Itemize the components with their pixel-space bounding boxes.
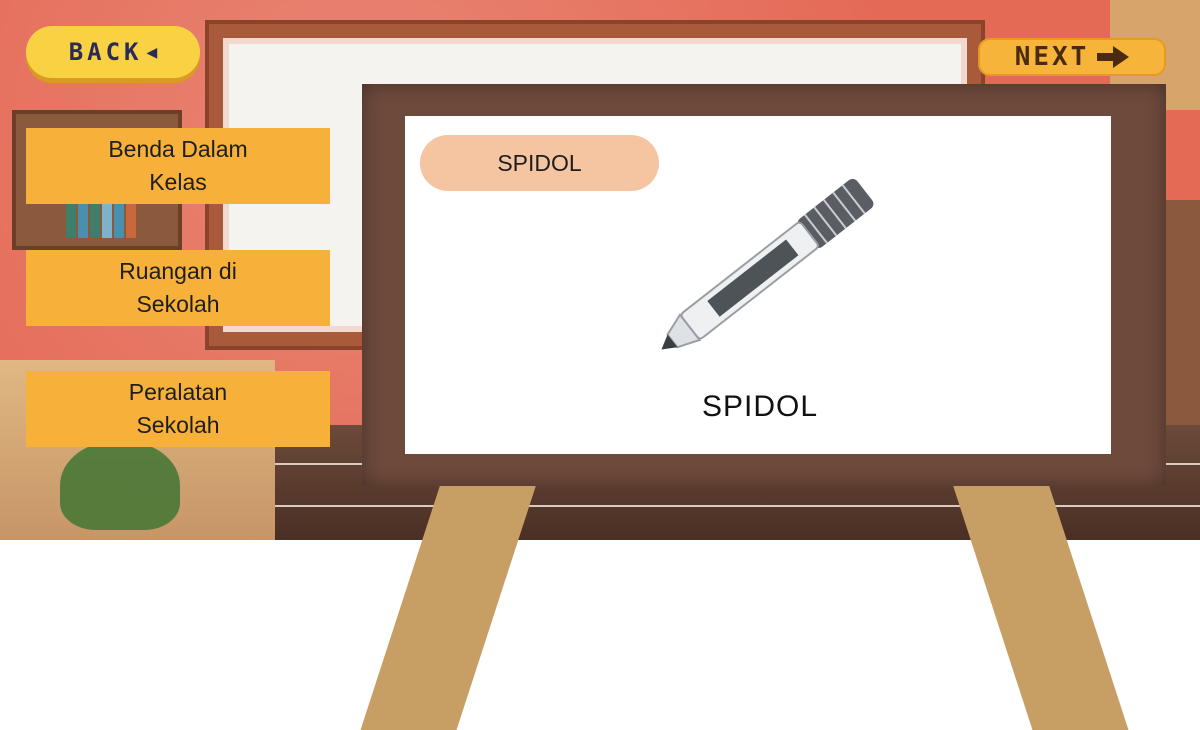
marker-pen-icon — [661, 178, 874, 350]
item-caption: SPIDOL — [701, 390, 819, 423]
item-name-tag: SPIDOL — [420, 135, 659, 191]
book — [90, 204, 100, 238]
menu-item-ruangan-di-sekolah[interactable]: Ruangan di Sekolah — [26, 250, 330, 326]
plant-decor — [60, 440, 180, 530]
back-button[interactable]: BACK ◀ — [26, 26, 200, 78]
menu-item-benda-dalam-kelas[interactable]: Benda Dalam Kelas — [26, 128, 330, 204]
book — [114, 202, 124, 238]
back-arrow-icon: ◀ — [146, 43, 158, 60]
menu-item-peralatan-sekolah[interactable]: Peralatan Sekolah — [26, 371, 330, 447]
book — [78, 200, 88, 238]
next-button[interactable]: NEXT — [978, 38, 1166, 76]
next-label: NEXT — [1014, 42, 1090, 72]
book — [102, 198, 112, 238]
back-label: BACK — [68, 38, 143, 66]
book — [66, 202, 76, 238]
bookshelf-right — [1165, 200, 1200, 430]
book — [126, 200, 136, 238]
next-arrow-icon — [1097, 46, 1130, 68]
